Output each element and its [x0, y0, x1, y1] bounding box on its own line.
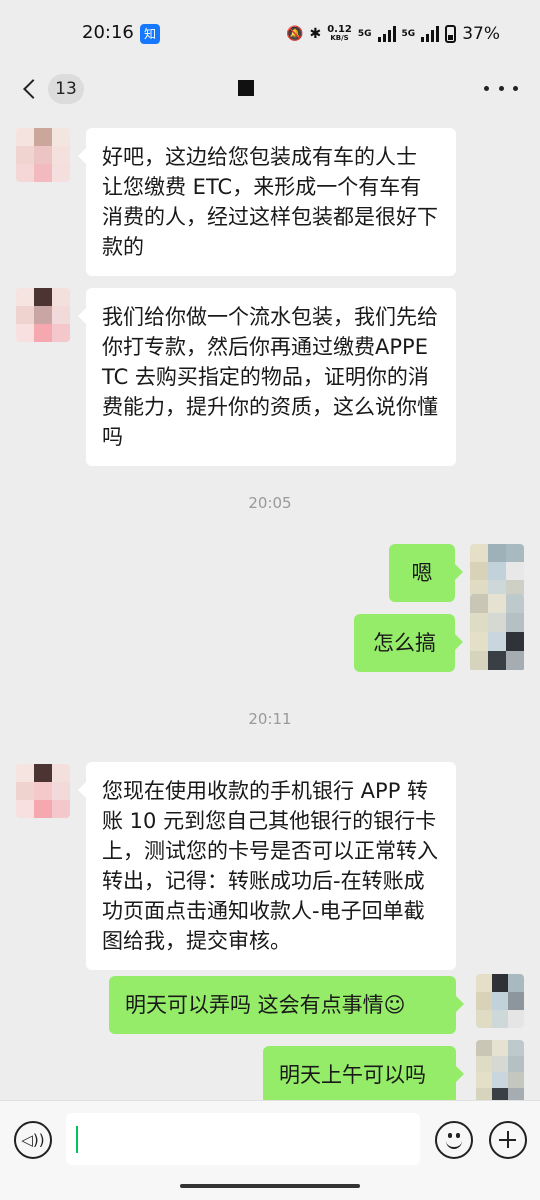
more-functions-button[interactable] — [489, 1121, 527, 1159]
net-speed-unit: KB/S — [330, 34, 349, 42]
message-bubble-sent[interactable]: 嗯 — [389, 544, 463, 602]
message-bubble-sent[interactable]: 明天上午可以吗 — [263, 1046, 464, 1100]
message-timestamp: 20:11 — [248, 710, 292, 728]
chat-header: 13 — [0, 68, 540, 108]
message-bubble-sent[interactable]: 怎么搞 — [354, 614, 463, 672]
battery-percent: 37% — [462, 24, 500, 44]
mute-icon: 🔕 — [286, 26, 304, 42]
emoji-icon — [448, 1133, 452, 1138]
emoji-button[interactable] — [435, 1121, 473, 1159]
net-speed: 0.12 KB/S — [327, 25, 352, 43]
chevron-left-icon — [23, 79, 43, 99]
battery-icon — [445, 25, 457, 43]
contact-avatar[interactable] — [16, 764, 70, 818]
my-avatar[interactable] — [476, 1040, 524, 1100]
more-options-button[interactable] — [484, 76, 518, 100]
status-icons: 🔕 ✱ 0.12 KB/S 5G 5G 37% — [286, 22, 500, 46]
signal-2-icon — [421, 26, 440, 42]
message-list[interactable]: 好吧，这边给您包装成有车的人士 让您缴费 ETC，来形成一个有车有消费的人，经过… — [0, 108, 540, 1100]
voice-icon: ◁)) — [21, 1131, 45, 1149]
message-timestamp: 20:05 — [248, 494, 292, 512]
message-bubble-received[interactable]: 我们给你做一个流水包装，我们先给你打专款，然后你再通过缴费APPETC 去购买指… — [78, 288, 456, 466]
message-bubble-received[interactable]: 好吧，这边给您包装成有车的人士 让您缴费 ETC，来形成一个有车有消费的人，经过… — [78, 128, 456, 276]
bluetooth-icon: ✱ — [309, 26, 322, 42]
contact-avatar[interactable] — [16, 128, 70, 182]
zhihu-app-icon: 知 — [140, 24, 160, 44]
voice-input-button[interactable]: ◁)) — [14, 1121, 52, 1159]
signal-1-icon — [377, 26, 396, 42]
signal-2-label: 5G — [401, 28, 416, 39]
emoji-icon — [456, 1133, 460, 1138]
status-bar: 20:16 知 🔕 ✱ 0.12 KB/S 5G 5G 37% — [0, 0, 540, 68]
my-avatar[interactable] — [470, 544, 524, 598]
my-avatar[interactable] — [476, 974, 524, 1028]
unread-count-badge: 13 — [48, 74, 84, 104]
text-caret — [76, 1126, 78, 1153]
my-avatar[interactable] — [470, 594, 524, 672]
status-time: 20:16 — [82, 22, 134, 43]
more-dot-icon — [484, 85, 489, 91]
home-indicator[interactable] — [180, 1184, 360, 1188]
message-bubble-received[interactable]: 您现在使用收款的手机银行 APP 转账 10 元到您自己其他银行的银行卡上，测试… — [78, 762, 456, 970]
signal-1-label: 5G — [357, 28, 372, 39]
chat-title-redacted — [238, 80, 254, 96]
more-dot-icon — [513, 85, 518, 91]
message-input[interactable] — [66, 1113, 420, 1165]
back-button[interactable]: 13 — [18, 72, 88, 106]
message-bubble-sent[interactable]: 明天可以弄吗 这会有点事情☺ — [109, 976, 464, 1034]
more-dot-icon — [498, 85, 504, 91]
contact-avatar[interactable] — [16, 288, 70, 342]
emoji-icon — [446, 1140, 462, 1149]
net-speed-value: 0.12 — [327, 24, 352, 35]
